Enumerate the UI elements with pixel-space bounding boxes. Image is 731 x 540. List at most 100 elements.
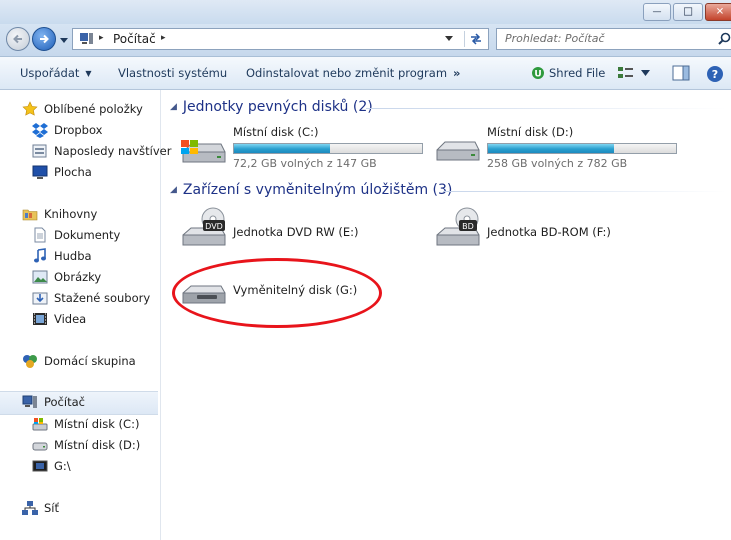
- refresh-button[interactable]: [464, 31, 483, 47]
- breadcrumb-chevron-icon[interactable]: ▸: [161, 33, 166, 43]
- drive-c-capacity-fill: [234, 144, 330, 153]
- drive-c-free-space: 72,2 GB volných z 147 GB: [233, 157, 377, 170]
- drive-d[interactable]: Místní disk (D:) 258 GB volných z 782 GB: [431, 124, 681, 174]
- shred-icon: U: [532, 67, 544, 80]
- chevron-down-icon: ▼: [85, 69, 92, 78]
- hard-drive-icon: [32, 442, 48, 451]
- back-button[interactable]: [6, 27, 30, 51]
- uninstall-program-button[interactable]: Odinstalovat nebo změnit program: [246, 66, 447, 80]
- group-divider: [443, 191, 726, 192]
- organize-label: Uspořádat: [20, 66, 80, 80]
- recent-places-icon: [32, 144, 47, 158]
- search-placeholder: Prohledat: Počítač: [505, 32, 605, 45]
- drive-e-name: Jednotka DVD RW (E:): [233, 225, 359, 239]
- drive-f[interactable]: BD Jednotka BD-ROM (F:): [431, 207, 681, 255]
- homegroup-icon: [23, 355, 37, 368]
- sidebar-label: Síť: [44, 501, 60, 515]
- downloads-icon: [32, 292, 48, 305]
- close-icon: ✕: [715, 6, 725, 18]
- minimize-icon: —: [652, 7, 662, 17]
- removable-drive-icon: [32, 460, 48, 472]
- sidebar-label: Dropbox: [54, 123, 103, 137]
- drive-d-free-space: 258 GB volných z 782 GB: [487, 157, 628, 170]
- hard-drive-icon: [436, 141, 480, 161]
- address-bar-area: ▸ Počítač ▸ Prohledat: Počítač: [0, 24, 731, 57]
- sidebar-label: Knihovny: [44, 207, 98, 221]
- drive-f-name: Jednotka BD-ROM (F:): [487, 225, 611, 239]
- documents-icon: [34, 227, 46, 243]
- navigation-pane: Oblíbené položky Dropbox Naposledy navšt…: [0, 90, 171, 540]
- view-options-icon[interactable]: [617, 65, 635, 81]
- shred-file-label: Shred File: [549, 66, 606, 80]
- close-button[interactable]: ✕: [705, 3, 731, 21]
- maximize-button[interactable]: ☐: [673, 3, 703, 21]
- preview-pane-icon[interactable]: [672, 65, 690, 81]
- drive-d-name: Místní disk (D:): [487, 125, 574, 139]
- network-icon: [22, 501, 38, 515]
- desktop-icon: [32, 165, 48, 179]
- sidebar-label: Plocha: [54, 165, 92, 179]
- computer-icon: [22, 395, 37, 408]
- group-title: Jednotky pevných disků (2): [182, 99, 373, 115]
- breadcrumb-separator-icon[interactable]: ▸: [99, 33, 104, 43]
- system-drive-icon: [32, 418, 48, 431]
- sidebar-label: Místní disk (D:): [54, 438, 141, 452]
- drive-d-capacity-bar: [487, 143, 677, 154]
- collapse-triangle-icon: ◢: [170, 102, 177, 112]
- music-icon: [34, 248, 46, 263]
- address-field[interactable]: ▸ Počítač ▸: [72, 28, 489, 50]
- drive-d-capacity-fill: [488, 144, 614, 153]
- sidebar-label: Videa: [54, 312, 87, 326]
- dropbox-icon: [32, 123, 48, 138]
- refresh-icon: [471, 33, 481, 45]
- sidebar-label: G:\: [54, 459, 71, 473]
- more-commands-button[interactable]: »: [453, 66, 460, 80]
- drive-c[interactable]: Místní disk (C:) 72,2 GB volných z 147 G…: [177, 124, 423, 174]
- sidebar-label: Domácí skupina: [44, 354, 136, 368]
- sidebar-label: Stažené soubory: [54, 291, 151, 305]
- svg-text:?: ?: [712, 68, 718, 81]
- group-header-removable[interactable]: ◢ Zařízení s vyměnitelným úložištěm (3): [170, 182, 452, 198]
- title-bar: — ☐ ✕: [0, 0, 731, 24]
- sidebar-label: Počítač: [44, 395, 85, 409]
- dvd-drive-icon: DVD: [182, 207, 226, 246]
- sidebar-label: Hudba: [54, 249, 92, 263]
- collapse-triangle-icon: ◢: [170, 185, 177, 195]
- address-dropdown-icon[interactable]: [444, 33, 454, 43]
- highlight-circle: [172, 258, 382, 328]
- computer-icon: [80, 33, 93, 44]
- organize-button[interactable]: Uspořádat ▼: [20, 66, 92, 80]
- forward-button[interactable]: [32, 27, 56, 51]
- minimize-button[interactable]: —: [643, 3, 671, 21]
- forward-arrow-icon: [40, 34, 49, 44]
- sidebar-label: Místní disk (C:): [54, 417, 140, 431]
- search-input[interactable]: Prohledat: Počítač: [496, 28, 731, 50]
- drive-e[interactable]: DVD Jednotka DVD RW (E:): [177, 207, 417, 255]
- help-icon[interactable]: ?: [706, 65, 724, 83]
- group-title: Zařízení s vyměnitelným úložištěm (3): [182, 182, 453, 198]
- svg-text:U: U: [534, 70, 541, 80]
- command-bar: Uspořádat ▼ Vlastnosti systému Odinstalov…: [0, 57, 731, 90]
- star-icon: [22, 101, 38, 116]
- dvd-badge: DVD: [205, 222, 223, 231]
- sidebar-label: Naposledy navštíver: [54, 144, 172, 158]
- system-drive-icon: [181, 140, 226, 163]
- breadcrumb-computer[interactable]: Počítač: [113, 32, 156, 46]
- sidebar-label: Obrázky: [54, 270, 102, 284]
- group-header-hard-disks[interactable]: ◢ Jednotky pevných disků (2): [170, 99, 373, 115]
- maximize-icon: ☐: [683, 5, 693, 19]
- pictures-icon: [32, 270, 48, 284]
- bd-badge: BD: [462, 222, 474, 231]
- drive-c-capacity-bar: [233, 143, 423, 154]
- history-dropdown-icon[interactable]: [59, 35, 69, 45]
- drive-c-name: Místní disk (C:): [233, 125, 319, 139]
- libraries-icon: [22, 209, 38, 221]
- system-properties-button[interactable]: Vlastnosti systému: [118, 66, 227, 80]
- videos-icon: [33, 313, 47, 325]
- search-icon[interactable]: [718, 32, 731, 45]
- bluray-drive-icon: BD: [436, 207, 480, 246]
- shred-file-button[interactable]: U Shred File: [531, 66, 605, 80]
- back-arrow-icon: [13, 34, 22, 44]
- view-dropdown-icon[interactable]: [641, 69, 650, 77]
- sidebar-label: Oblíbené položky: [44, 102, 143, 116]
